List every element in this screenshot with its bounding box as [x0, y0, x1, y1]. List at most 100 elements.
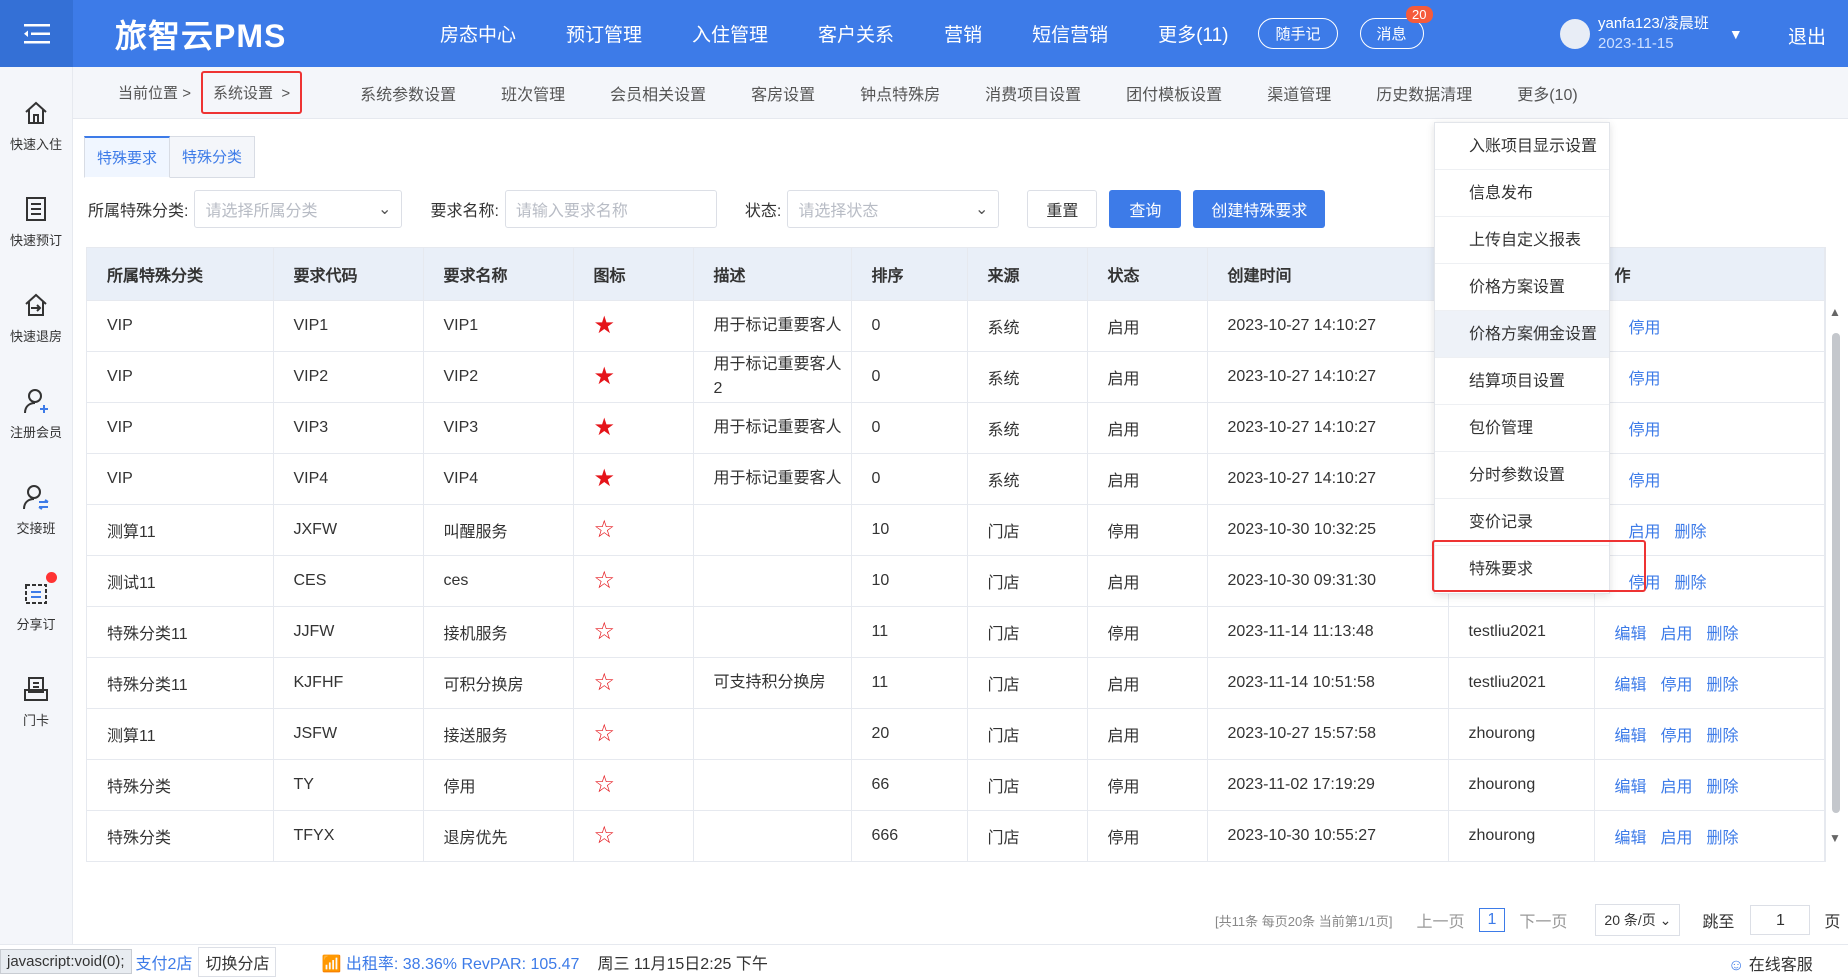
delete-link[interactable]: 删除 [1707, 830, 1739, 847]
dropdown-item-price-plan[interactable]: 价格方案设置 [1435, 264, 1609, 311]
dropdown-item-posting-display[interactable]: 入账项目显示设置 [1435, 123, 1609, 170]
sidebar-item-quick-checkout[interactable]: 快速退房 [0, 269, 72, 365]
create-button[interactable]: 创建特殊要求 [1193, 190, 1326, 228]
topnav-checkin[interactable]: 入住管理 [692, 20, 768, 47]
online-service-button[interactable]: ☺ 在线客服 [1728, 951, 1813, 975]
memo-button[interactable]: 随手记 [1258, 18, 1338, 49]
menu-toggle-icon[interactable] [0, 0, 73, 67]
column-header[interactable]: 要求代码 [273, 248, 424, 300]
sidebar-item-register-member[interactable]: 注册会员 [0, 365, 72, 461]
sidebar-item-shift[interactable]: 交接班 [0, 461, 72, 557]
dropdown-item-upload-report[interactable]: 上传自定义报表 [1435, 217, 1609, 264]
column-header[interactable]: 来源 [967, 248, 1088, 300]
status-select[interactable]: 请选择状态 ⌄ [787, 190, 1000, 228]
subnav-shift-mgmt[interactable]: 班次管理 [501, 81, 565, 105]
home-icon [25, 101, 47, 124]
column-header[interactable]: 状态 [1087, 248, 1208, 300]
scroll-thumb[interactable] [1832, 333, 1840, 813]
delete-link[interactable]: 删除 [1675, 575, 1707, 592]
sidebar-item-share-booking[interactable]: 分享订 [0, 557, 72, 653]
message-button[interactable]: 消息 20 [1359, 6, 1433, 49]
column-header[interactable]: 图标 [573, 248, 694, 300]
dropdown-item-package[interactable]: 包价管理 [1435, 405, 1609, 452]
subnav-consumption-items[interactable]: 消费项目设置 [985, 81, 1081, 105]
delete-link[interactable]: 删除 [1707, 677, 1739, 694]
scroll-up-icon[interactable]: ▲ [1829, 305, 1841, 319]
user-menu[interactable]: yanfa123/凌晨班 2023-11-15 ▼ [1560, 14, 1743, 54]
subnav-history-clean[interactable]: 历史数据清理 [1376, 81, 1472, 105]
delete-link[interactable]: 删除 [1675, 524, 1707, 541]
page-number[interactable]: 1 [1478, 908, 1506, 932]
sidebar-item-door-card[interactable]: 门卡 [0, 653, 72, 749]
more-settings-dropdown: 入账项目显示设置 信息发布 上传自定义报表 价格方案设置 价格方案佣金设置 结算… [1434, 122, 1610, 594]
reset-button[interactable]: 重置 [1027, 190, 1098, 228]
delete-link[interactable]: 删除 [1707, 779, 1739, 796]
cell-category: 测算11 [87, 503, 274, 555]
toggle-status-link[interactable]: 停用 [1629, 473, 1661, 490]
toggle-status-link[interactable]: 启用 [1661, 626, 1693, 643]
dropdown-item-price-change-log[interactable]: 变价记录 [1435, 499, 1609, 546]
topnav-booking[interactable]: 预订管理 [566, 20, 642, 47]
edit-link[interactable]: 编辑 [1615, 830, 1647, 847]
prev-page-button[interactable]: 上一页 [1416, 908, 1464, 932]
topnav-room-status[interactable]: 房态中心 [440, 20, 516, 47]
tab-special-requirements[interactable]: 特殊要求 [84, 136, 171, 178]
chart-icon: 📶 [321, 955, 342, 973]
edit-link[interactable]: 编辑 [1615, 728, 1647, 745]
cell-desc: 用于标记重要客人 [693, 401, 852, 453]
edit-link[interactable]: 编辑 [1615, 677, 1647, 694]
toggle-status-link[interactable]: 停用 [1661, 728, 1693, 745]
dropdown-item-time-params[interactable]: 分时参数设置 [1435, 452, 1609, 499]
topnav-more[interactable]: 更多(11) [1158, 20, 1228, 47]
toggle-status-link[interactable]: 启用 [1661, 830, 1693, 847]
tab-special-categories[interactable]: 特殊分类 [170, 136, 256, 178]
dropdown-item-price-commission[interactable]: 价格方案佣金设置 [1435, 311, 1609, 358]
jump-input[interactable]: 1 [1750, 905, 1811, 935]
cell-sort: 11 [851, 656, 968, 708]
topnav-crm[interactable]: 客户关系 [818, 20, 894, 47]
scroll-down-icon[interactable]: ▼ [1829, 831, 1841, 845]
breadcrumb-current[interactable]: 系统设置 > [200, 71, 303, 114]
delete-link[interactable]: 删除 [1707, 626, 1739, 643]
toggle-status-link[interactable]: 启用 [1629, 524, 1661, 541]
delete-link[interactable]: 删除 [1707, 728, 1739, 745]
subnav-system-params[interactable]: 系统参数设置 [360, 81, 456, 105]
subnav-member-settings[interactable]: 会员相关设置 [610, 81, 706, 105]
next-page-button[interactable]: 下一页 [1519, 908, 1567, 932]
topnav-sms[interactable]: 短信营销 [1032, 20, 1108, 47]
subnav-channel-mgmt[interactable]: 渠道管理 [1267, 81, 1331, 105]
subnav-group-template[interactable]: 团付模板设置 [1126, 81, 1222, 105]
page-size-select[interactable]: 20 条/页 ⌄ [1595, 904, 1681, 936]
column-header[interactable]: 所属特殊分类 [87, 248, 274, 300]
edit-link[interactable]: 编辑 [1615, 626, 1647, 643]
sidebar-item-quick-booking[interactable]: 快速预订 [0, 173, 72, 269]
toggle-status-link[interactable]: 启用 [1661, 779, 1693, 796]
column-header[interactable]: 排序 [851, 248, 968, 300]
sidebar-item-quick-checkin[interactable]: 快速入住 [0, 77, 72, 173]
category-label: 所属特殊分类: [88, 203, 189, 220]
table-scrollbar[interactable]: ▲ ▼ [1828, 305, 1842, 845]
subnav-room-settings[interactable]: 客房设置 [751, 81, 815, 105]
toggle-status-link[interactable]: 停用 [1629, 371, 1661, 388]
toggle-status-link[interactable]: 停用 [1629, 422, 1661, 439]
logout-button[interactable]: 退出 [1788, 22, 1826, 49]
cell-desc [693, 707, 852, 759]
column-header[interactable]: 要求名称 [423, 248, 574, 300]
edit-link[interactable]: 编辑 [1615, 779, 1647, 796]
query-button[interactable]: 查询 [1109, 190, 1182, 228]
column-header[interactable]: 创建时间 [1207, 248, 1449, 300]
subnav-hourly-room[interactable]: 钟点特殊房 [860, 81, 940, 105]
column-header[interactable]: 作 [1594, 248, 1825, 300]
topnav-marketing[interactable]: 营销 [944, 20, 982, 47]
cell-name: ces [423, 554, 574, 606]
column-header[interactable]: 描述 [693, 248, 852, 300]
category-select[interactable]: 请选择所属分类 ⌄ [194, 190, 403, 228]
toggle-status-link[interactable]: 停用 [1629, 320, 1661, 337]
switch-store-button[interactable]: 切换分店 [198, 946, 277, 977]
notification-dot [46, 572, 57, 583]
dropdown-item-info-publish[interactable]: 信息发布 [1435, 170, 1609, 217]
name-input[interactable]: 请输入要求名称 [504, 190, 717, 228]
subnav-more[interactable]: 更多(10) [1517, 81, 1577, 105]
dropdown-item-settlement[interactable]: 结算项目设置 [1435, 358, 1609, 405]
toggle-status-link[interactable]: 停用 [1661, 677, 1693, 694]
